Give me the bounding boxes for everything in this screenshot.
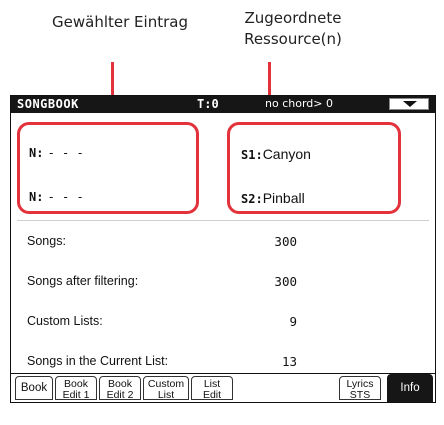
resource-value: Canyon <box>262 146 311 162</box>
resource-s1[interactable]: S1:Canyon <box>241 146 311 163</box>
callout-selected-entry: Gewählter Eintrag <box>52 13 188 31</box>
songbook-screen: SONGBOOK T:0 no chord> 0 N: - - - N: - -… <box>10 95 436 403</box>
tab-label-line1: Book <box>64 378 88 390</box>
callout-assigned-resources: Zugeordnete Ressource(n) <box>244 9 342 48</box>
tab-label-line1: List <box>203 378 221 390</box>
page-menu-button[interactable] <box>389 98 429 110</box>
info-value: 13 <box>281 354 297 369</box>
info-row-songs-in-current-list: Songs in the Current List: 13 <box>27 354 297 374</box>
resource-value: Pinball <box>262 190 305 206</box>
resource-s2[interactable]: S2:Pinball <box>241 190 305 207</box>
entry-key: N: <box>29 146 44 160</box>
tab-list-edit[interactable]: List Edit <box>191 376 233 400</box>
title-bar: SONGBOOK T:0 no chord> 0 <box>11 96 435 113</box>
tab-label: Book <box>20 382 48 394</box>
tab-book[interactable]: Book <box>15 376 53 400</box>
tab-label-line2: Edit 2 <box>106 389 134 401</box>
divider <box>17 220 429 221</box>
tab-info[interactable]: Info <box>387 374 433 402</box>
tab-book-edit-2[interactable]: Book Edit 2 <box>99 376 141 400</box>
page-title: SONGBOOK <box>17 97 79 111</box>
info-label: Songs in the Current List: <box>27 354 169 368</box>
entry-key: N: <box>29 190 44 204</box>
tab-book-edit-1[interactable]: Book Edit 1 <box>55 376 97 400</box>
selected-entry-1[interactable]: N: - - - <box>29 146 84 161</box>
tab-label-line1: Lyrics <box>346 378 374 390</box>
selected-entry-2[interactable]: N: - - - <box>29 190 84 205</box>
tab-bar: Book Book Edit 1 Book Edit 2 Custom List… <box>11 373 435 402</box>
entry-value: - - - <box>47 190 84 204</box>
info-label: Songs after filtering: <box>27 274 139 288</box>
tab-label-line1: Custom <box>147 378 185 390</box>
tab-label-line2: List <box>157 389 175 401</box>
info-row-songs: Songs: 300 <box>27 234 297 254</box>
info-label: Custom Lists: <box>27 314 103 328</box>
resource-key: S1: <box>241 148 263 162</box>
tab-label: Info <box>400 382 420 394</box>
info-label: Songs: <box>27 234 66 248</box>
resource-key: S2: <box>241 192 263 206</box>
info-row-songs-after-filtering: Songs after filtering: 300 <box>27 274 297 294</box>
info-value: 300 <box>274 234 297 249</box>
tab-lyrics-sts[interactable]: Lyrics STS <box>339 376 381 400</box>
tab-custom-list[interactable]: Custom List <box>143 376 189 400</box>
tab-label-line2: STS <box>349 389 371 401</box>
tab-label-line2: Edit 1 <box>62 389 90 401</box>
info-value: 9 <box>289 314 297 329</box>
tab-label-line2: Edit <box>202 389 222 401</box>
triangle-down-icon <box>403 101 417 107</box>
chord-display: no chord> 0 <box>265 97 333 110</box>
tempo-display: T:0 <box>197 97 219 111</box>
info-row-custom-lists: Custom Lists: 9 <box>27 314 297 334</box>
info-value: 300 <box>274 274 297 289</box>
tab-label-line1: Book <box>108 378 132 390</box>
entry-value: - - - <box>47 146 84 160</box>
